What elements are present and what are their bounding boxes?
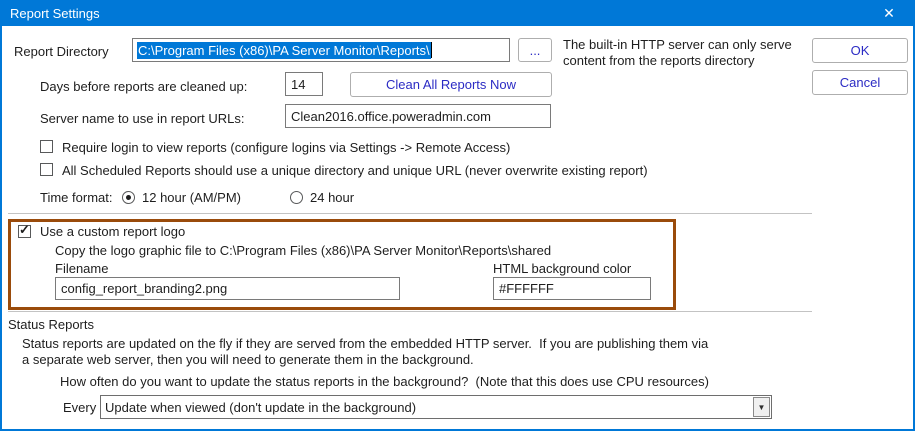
time-format-24h-radio[interactable] (290, 191, 303, 204)
cleanup-days-input[interactable] (285, 72, 323, 96)
require-login-checkbox[interactable] (40, 140, 53, 153)
separator-bottom (8, 311, 812, 312)
http-note-line2: content from the reports directory (563, 53, 754, 69)
report-directory-field[interactable]: C:\Program Files (x86)\PA Server Monitor… (132, 38, 510, 62)
copy-logo-note: Copy the logo graphic file to C:\Program… (55, 243, 551, 258)
report-settings-dialog: Report Settings ✕ Report Directory C:\Pr… (0, 0, 915, 431)
update-frequency-dropdown[interactable]: Update when viewed (don't update in the … (100, 395, 772, 419)
http-note-line1: The built-in HTTP server can only serve (563, 37, 792, 53)
update-frequency-value: Update when viewed (don't update in the … (105, 400, 416, 415)
unique-directory-checkbox[interactable] (40, 163, 53, 176)
cancel-button[interactable]: Cancel (812, 70, 908, 95)
filename-label: Filename (55, 261, 108, 276)
ok-button[interactable]: OK (812, 38, 908, 63)
html-bg-color-input[interactable] (493, 277, 651, 300)
time-format-label: Time format: (40, 190, 112, 205)
server-name-input[interactable] (285, 104, 551, 128)
check-icon: ✓ (19, 223, 30, 236)
time-format-12h-label[interactable]: 12 hour (AM/PM) (142, 190, 241, 205)
custom-logo-checkbox[interactable]: ✓ (18, 225, 31, 238)
close-icon[interactable]: ✕ (873, 0, 905, 26)
title-bar[interactable]: Report Settings (0, 0, 915, 26)
report-directory-value: C:\Program Files (x86)\PA Server Monitor… (137, 42, 431, 59)
every-label: Every (63, 400, 96, 415)
html-bg-color-label: HTML background color (493, 261, 631, 276)
cleanup-days-label: Days before reports are cleaned up: (40, 79, 247, 94)
require-login-label[interactable]: Require login to view reports (configure… (62, 140, 510, 155)
text-caret (431, 42, 432, 58)
time-format-24h-label[interactable]: 24 hour (310, 190, 354, 205)
update-frequency-question: How often do you want to update the stat… (60, 374, 709, 389)
unique-directory-label[interactable]: All Scheduled Reports should use a uniqu… (62, 163, 648, 178)
custom-logo-label[interactable]: Use a custom report logo (40, 224, 185, 239)
chevron-down-icon[interactable]: ▼ (753, 397, 770, 417)
filename-input[interactable] (55, 277, 400, 300)
separator-top (8, 213, 812, 214)
browse-button[interactable]: ... (518, 38, 552, 62)
status-reports-heading: Status Reports (8, 317, 94, 332)
time-format-12h-radio[interactable] (122, 191, 135, 204)
clean-all-reports-button[interactable]: Clean All Reports Now (350, 72, 552, 97)
status-reports-body-line1: Status reports are updated on the fly if… (22, 336, 708, 352)
status-reports-body-line2: a separate web server, then you will nee… (22, 352, 474, 368)
window-title: Report Settings (10, 6, 100, 21)
report-directory-label: Report Directory (14, 44, 109, 59)
server-name-label: Server name to use in report URLs: (40, 111, 244, 126)
